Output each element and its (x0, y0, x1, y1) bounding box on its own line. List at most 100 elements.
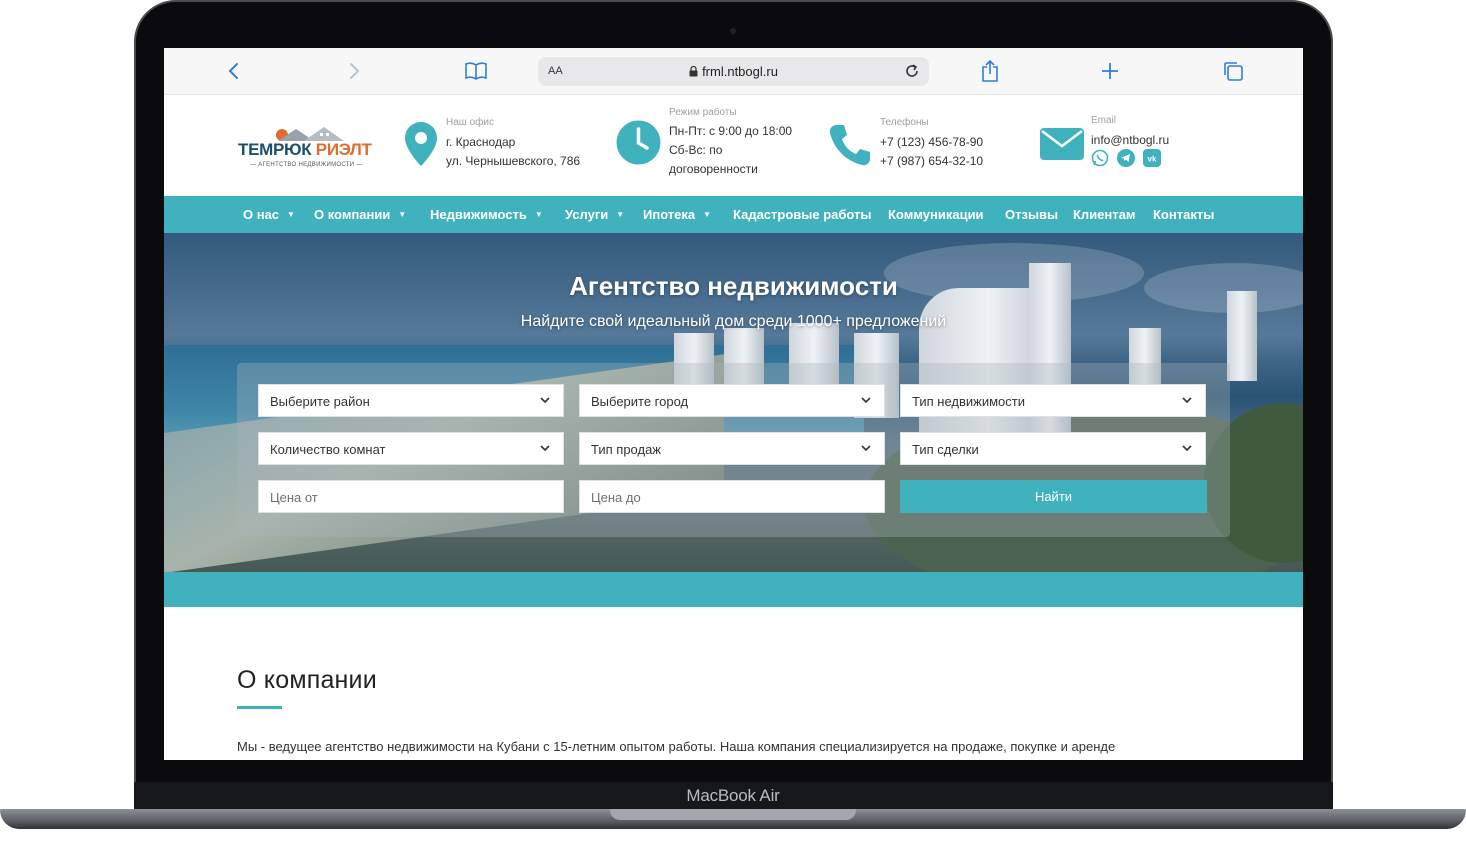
bookmarks-icon[interactable] (463, 58, 489, 84)
house-roof-icon (276, 127, 344, 141)
envelope-icon (1040, 128, 1084, 160)
url-text: frml.ntbogl.ru (538, 64, 929, 79)
city-select-value: Выберите город (591, 394, 689, 409)
chevron-down-icon (861, 397, 871, 404)
logo-wordmark: ТЕМРЮК РИЭЛТ (238, 140, 383, 160)
screen: AA frml.ntbogl.ru ТЕМРЮК РИЭЛТ — АГЕНТСТ… (164, 48, 1303, 760)
nav-label: Контакты (1153, 207, 1215, 222)
hero-title: Агентство недвижимости (569, 271, 898, 301)
lock-icon (689, 65, 698, 77)
hours-weekend: Сб-Вс: по (669, 143, 723, 157)
caret-down-icon: ▼ (703, 210, 712, 219)
sale-type-select[interactable]: Тип продаж (579, 432, 885, 465)
clock-icon (616, 120, 661, 165)
rooms-select[interactable]: Количество комнат (258, 432, 564, 465)
telegram-icon[interactable] (1117, 149, 1135, 167)
macbook-frame: MacBook Air AA frml.ntbogl.ru ТЕМРЮК РИЭ… (0, 0, 1466, 842)
phone-2[interactable]: +7 (987) 654-32-10 (880, 154, 983, 168)
phone-icon (829, 125, 870, 166)
work-hours-info: Режим работы Пн-Пт: с 9:00 до 18:00 Сб-В… (616, 105, 816, 185)
address-bar[interactable]: AA frml.ntbogl.ru (538, 57, 929, 86)
nav-item-mortgage[interactable]: Ипотека ▼ (643, 207, 711, 222)
svg-text:vk: vk (1148, 155, 1157, 164)
price-to-placeholder: Цена до (591, 490, 641, 505)
nav-item-realty[interactable]: Недвижимость ▼ (430, 207, 543, 222)
caret-down-icon: ▼ (287, 210, 295, 219)
district-select[interactable]: Выберите район (258, 384, 564, 417)
city-select[interactable]: Выберите город (579, 384, 885, 417)
district-select-value: Выберите район (270, 394, 370, 409)
hours-weekend-note: договоренности (669, 162, 758, 176)
nav-item-about-us[interactable]: О нас ▼ (243, 207, 295, 222)
forward-icon[interactable] (341, 58, 367, 84)
chevron-down-icon (540, 445, 550, 452)
logo-word-2: РИЭЛТ (315, 140, 372, 159)
phones-info: Телефоны +7 (123) 456-78-90 +7 (987) 654… (828, 115, 1028, 185)
reload-icon[interactable] (903, 62, 921, 85)
vk-icon[interactable]: vk (1143, 149, 1161, 167)
main-nav: О нас ▼ О компании ▼ Недвижимость ▼ Услуги ▼… (164, 196, 1303, 233)
nav-item-reviews[interactable]: Отзывы (1005, 207, 1058, 222)
map-pin-icon (405, 122, 437, 166)
price-to-input[interactable]: Цена до (579, 480, 885, 513)
site-header: ТЕМРЮК РИЭЛТ — АГЕНТСТВО НЕДВИЖИМОСТИ — … (164, 95, 1303, 196)
browser-toolbar: AA frml.ntbogl.ru (164, 48, 1303, 95)
deal-type-select[interactable]: Тип сделки (900, 432, 1206, 465)
office-city: г. Краснодар (446, 135, 516, 149)
chevron-down-icon (861, 445, 871, 452)
share-icon[interactable] (977, 58, 1003, 84)
logo-word-1: ТЕМРЮК (238, 140, 312, 159)
office-caption: Наш офис (446, 117, 494, 128)
nav-label: Клиентам (1073, 207, 1136, 222)
price-from-input[interactable]: Цена от (258, 480, 564, 513)
new-tab-icon[interactable] (1097, 58, 1123, 84)
nav-label: Коммуникации (888, 207, 984, 222)
nav-item-clients[interactable]: Клиентам (1073, 207, 1135, 222)
nav-label: О компании (314, 207, 391, 222)
caret-down-icon: ▼ (534, 210, 543, 219)
nav-item-company[interactable]: О компании ▼ (314, 207, 406, 222)
caret-down-icon: ▼ (616, 210, 625, 219)
hours-caption: Режим работы (669, 107, 737, 118)
find-button[interactable]: Найти (900, 480, 1207, 513)
email-address[interactable]: info@ntbogl.ru (1091, 133, 1169, 147)
site-logo[interactable]: ТЕМРЮК РИЭЛТ — АГЕНТСТВО НЕДВИЖИМОСТИ — (238, 125, 383, 171)
chevron-down-icon (1182, 445, 1192, 452)
nav-label: Услуги (565, 207, 609, 222)
hero-subtitle: Найдите свой идеальный дом среди 1000+ п… (520, 313, 947, 330)
rooms-select-value: Количество комнат (270, 442, 386, 457)
email-info: Email info@ntbogl.ru vk (1039, 113, 1239, 183)
about-title-underline (237, 706, 282, 709)
sale-type-select-value: Тип продаж (591, 442, 662, 457)
whatsapp-icon[interactable] (1091, 149, 1109, 167)
nav-item-cadastral[interactable]: Кадастровые работы (733, 207, 872, 222)
laptop-notch (610, 809, 856, 820)
logo-tagline-text: АГЕНТСТВО НЕДВИЖИМОСТИ (258, 162, 355, 168)
phones-caption: Телефоны (880, 117, 929, 128)
office-info: Наш офис г. Краснодар ул. Чернышевского,… (404, 115, 604, 185)
hours-weekdays: Пн-Пт: с 9:00 до 18:00 (669, 124, 793, 138)
chevron-down-icon (540, 397, 550, 404)
nav-item-communications[interactable]: Коммуникации (888, 207, 984, 222)
deal-type-select-value: Тип сделки (912, 442, 979, 457)
about-text: Мы - ведущее агентство недвижимости на К… (237, 739, 1116, 754)
building (1227, 291, 1257, 381)
property-type-select[interactable]: Тип недвижимости (900, 384, 1206, 417)
chevron-down-icon (1182, 397, 1192, 404)
back-icon[interactable] (221, 58, 247, 84)
tabs-icon[interactable] (1220, 58, 1246, 84)
office-street: ул. Чернышевского, 786 (446, 154, 581, 168)
hero-banner: Агентство недвижимости Найдите свой идеа… (164, 233, 1303, 572)
nav-label: Недвижимость (430, 207, 527, 222)
search-panel: Выберите район Выберите город Тип недвиж… (237, 363, 1230, 537)
price-from-placeholder: Цена от (270, 490, 318, 505)
teal-divider-band (164, 572, 1303, 607)
url-value: frml.ntbogl.ru (702, 64, 778, 79)
nav-item-contacts[interactable]: Контакты (1153, 207, 1214, 222)
property-type-select-value: Тип недвижимости (912, 394, 1026, 409)
nav-label: Отзывы (1005, 207, 1059, 222)
logo-tagline: — АГЕНТСТВО НЕДВИЖИМОСТИ — (250, 162, 363, 168)
phone-1[interactable]: +7 (123) 456-78-90 (880, 135, 983, 149)
nav-label: О нас (243, 207, 280, 222)
nav-item-services[interactable]: Услуги ▼ (565, 207, 624, 222)
